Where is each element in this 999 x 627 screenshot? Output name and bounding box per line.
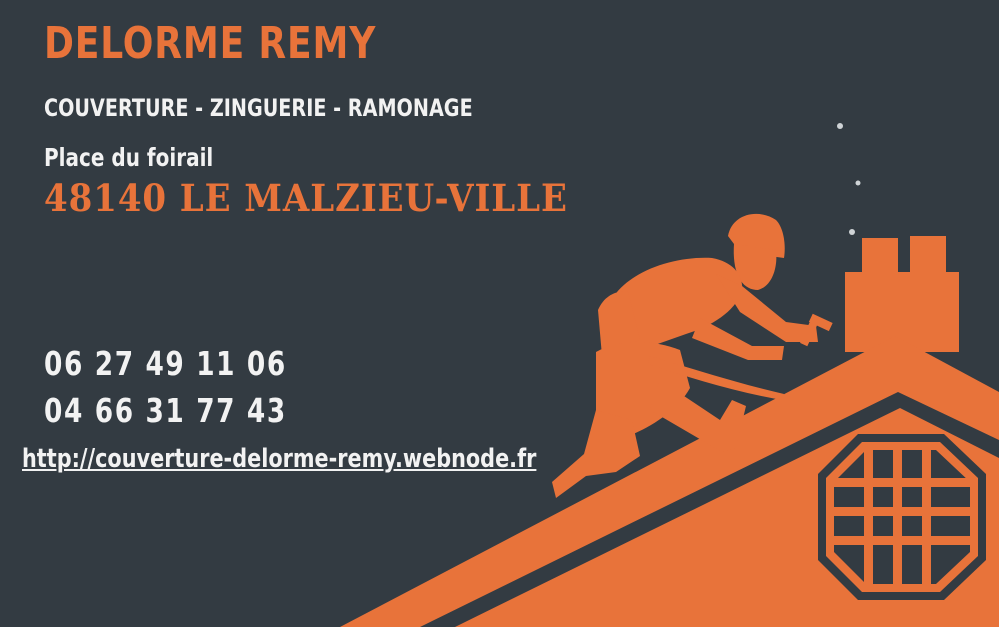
business-card: DELORME REMY COUVERTURE - ZINGUERIE - RA…	[0, 0, 999, 627]
street-address: Place du foirail	[44, 143, 214, 172]
phone-mobile[interactable]: 06 27 49 11 06	[44, 344, 287, 383]
phone-landline[interactable]: 04 66 31 77 43	[44, 391, 287, 430]
services-line: COUVERTURE - ZINGUERIE - RAMONAGE	[44, 94, 473, 122]
city-address: 48140 LE MALZIEU-VILLE	[44, 176, 568, 220]
company-name: DELORME REMY	[44, 18, 377, 69]
octagonal-window-icon	[818, 434, 986, 600]
smoke-icon	[837, 123, 861, 235]
website-link[interactable]: http://couverture-delorme-remy.webnode.f…	[22, 444, 536, 474]
chimney-icon	[845, 236, 959, 352]
